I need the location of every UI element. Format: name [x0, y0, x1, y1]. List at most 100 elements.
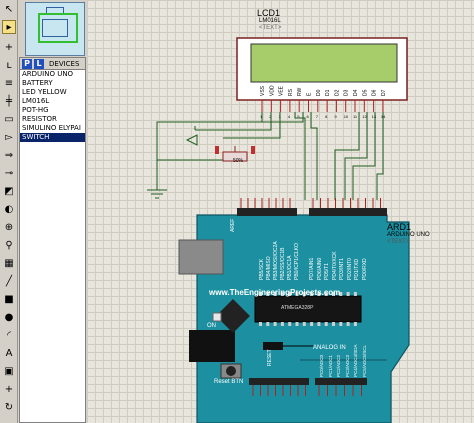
power-arrow-icon: [185, 134, 198, 146]
pin-tool-icon[interactable]: ⊸: [2, 166, 16, 180]
power-jack: [189, 330, 235, 362]
terminal-tool-icon[interactable]: ▻: [2, 130, 16, 144]
pick-devices-button[interactable]: P: [22, 58, 32, 69]
lcd-pin-label: D5: [362, 89, 368, 96]
chip-leg: [288, 322, 292, 326]
text-a-tool-icon[interactable]: A: [2, 346, 16, 360]
device-item[interactable]: LM016L: [20, 97, 85, 106]
diode: [263, 342, 283, 350]
marker-tool-icon[interactable]: +: [2, 382, 16, 396]
chip-leg: [273, 322, 277, 326]
graph-tool-icon[interactable]: ◩: [2, 184, 16, 198]
analog-pin-label: PC4/ADC4/SDA: [353, 344, 358, 377]
analog-pin-label: PC2/ADC2: [336, 354, 341, 377]
wires: [156, 112, 384, 200]
usb-connector[interactable]: [178, 239, 224, 275]
chip-leg: [353, 292, 357, 296]
library-button[interactable]: L: [34, 58, 44, 69]
rotate-tool-icon[interactable]: ↻: [2, 400, 16, 414]
instrument-tool-icon[interactable]: ▦: [2, 256, 16, 270]
lcd-pin-number: 8: [325, 114, 328, 119]
digital-pin-label: PB5/SCK: [259, 258, 265, 280]
digital-pin-label: PD0/RXD: [361, 258, 368, 280]
symbol-tool-icon[interactable]: ▣: [2, 364, 16, 378]
lcd-pin-label: D2: [334, 89, 340, 96]
circle-tool-icon[interactable]: ●: [2, 310, 16, 324]
chip-leg: [317, 322, 321, 326]
overview-viewport[interactable]: [38, 13, 78, 43]
lcd-pin-number: 14: [381, 114, 386, 119]
digital-pin-label: PB0/ICP1/CLKO: [294, 243, 300, 280]
text-tool-icon[interactable]: ≡: [2, 76, 16, 90]
line-tool-icon[interactable]: ╱: [2, 274, 16, 288]
overview-window[interactable]: [19, 0, 86, 57]
bus-tool-icon[interactable]: ╪: [2, 94, 16, 108]
lcd-pin-label: D6: [372, 89, 378, 96]
lcd-pin-label: D1: [325, 89, 331, 96]
wire-vss-gnd: [156, 112, 263, 190]
digital-pin-label: PB2/SS/OC1B: [280, 247, 286, 280]
lcd-pin-number: 11: [353, 114, 358, 119]
junction-tool-icon[interactable]: +: [2, 40, 16, 54]
wire-rw: [157, 112, 304, 123]
reset-btn-label: Reset BTN: [214, 379, 244, 385]
probe-tool-icon[interactable]: ⚲: [2, 238, 16, 252]
arc-tool-icon[interactable]: ◜: [2, 328, 16, 342]
devices-header: P L DEVICES: [20, 58, 85, 70]
port-tool-icon[interactable]: ⇒: [2, 148, 16, 162]
digital-pin-label: PD3/INT1: [339, 258, 345, 280]
device-item[interactable]: BATTERY: [20, 79, 85, 88]
chip-leg: [332, 322, 335, 326]
device-item[interactable]: SIMULINO ELYPAI: [20, 124, 85, 133]
wire-d5: [344, 112, 368, 200]
tape-tool-icon[interactable]: ◐: [2, 202, 16, 216]
label-tool-icon[interactable]: ʟ: [2, 58, 16, 72]
lcd-pin-label: RW: [297, 87, 303, 96]
top-header-pins: [240, 198, 381, 208]
overview-preview[interactable]: [25, 2, 85, 56]
reset-button-cap[interactable]: [226, 366, 236, 376]
subcircuit-tool-icon[interactable]: ▭: [2, 112, 16, 126]
lcd-pin-label: RS: [288, 88, 294, 96]
device-item[interactable]: ARDUINO UNO: [20, 70, 85, 79]
digital-pin-label: PD1/TXD: [354, 258, 360, 280]
lcd-pin-label: D3: [344, 89, 350, 96]
analog-in-label: ANALOG IN: [313, 345, 346, 351]
chip-leg: [259, 322, 262, 326]
analog-pin-label: PC5/ADC5/SCL: [361, 344, 367, 377]
chip-label: ATMEGA328P: [281, 305, 314, 311]
device-item[interactable]: SWITCH: [20, 133, 85, 142]
devices-title: DEVICES: [49, 59, 80, 68]
aref-label: AREF: [230, 218, 236, 232]
device-item[interactable]: RESISTOR: [20, 115, 85, 124]
digital-pin-label: PD5/T1: [324, 263, 330, 280]
lcd-pin-label: D4: [353, 89, 359, 96]
lcd-pin-number: 6: [307, 114, 310, 119]
wire-d4: [334, 112, 360, 200]
power-header: [249, 378, 309, 385]
chip-leg: [346, 322, 350, 326]
schematic-canvas[interactable]: VSS 1 VDD 2 VEE 3 RS 4 RW 5 E 6 D0 7 D1 8 D2 9 D3 10 D4 11 D5 1…: [87, 0, 474, 423]
lcd-pin-number: 4: [288, 114, 291, 119]
devices-panel: P L DEVICES ARDUINO UNO BATTERY LED YELLOW…: [19, 57, 86, 423]
lcd-model-label: LM016L: [259, 18, 281, 24]
arduino-ref-label: ARD1: [387, 222, 412, 232]
device-item[interactable]: LED YELLOW: [20, 88, 85, 97]
device-list: ARDUINO UNO BATTERY LED YELLOW LM016L POT-HG…: [20, 70, 85, 142]
generator-tool-icon[interactable]: ⊕: [2, 220, 16, 234]
component-tool-icon[interactable]: ▸: [2, 20, 16, 34]
arduino-model-label: ARDUINO UNO: [387, 232, 430, 238]
device-item[interactable]: POT-HG: [20, 106, 85, 115]
digital-header-b: [309, 208, 387, 216]
tool-strip: ↖ ▸ + ʟ ≡ ╪ ▭ ▻ ⇒ ⊸ ◩ ◐ ⊕ ⚲ ▦ ╱ ■ ● ◜ A …: [0, 0, 18, 423]
lcd-pin-label: VSS: [260, 85, 266, 96]
schematic-drawing: VSS1VDD2VEE3RS4RW5E6D07D18D29D310D411D51…: [147, 37, 410, 423]
box-tool-icon[interactable]: ■: [2, 292, 16, 306]
pot-value-label: 50%: [233, 158, 244, 164]
chip-leg: [266, 322, 270, 326]
lcd-pin-label: VDD: [269, 85, 275, 96]
wire-d6: [352, 112, 376, 200]
digital-header-a: [237, 208, 297, 216]
pot-pin-right: [251, 146, 255, 154]
select-tool-icon[interactable]: ↖: [2, 2, 16, 16]
